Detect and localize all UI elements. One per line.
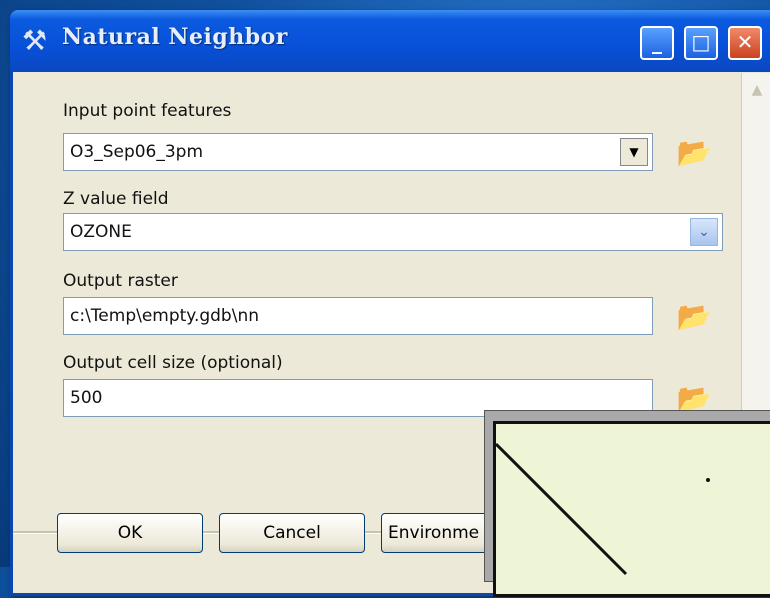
- inset-map: [493, 421, 770, 597]
- z-value-field-select[interactable]: OZONE ⌄: [63, 213, 723, 251]
- output-cell-size-value: 500: [70, 388, 103, 408]
- input-point-features-label: Input point features: [63, 101, 232, 121]
- inset-map-graphic: [494, 442, 710, 576]
- scroll-up-icon[interactable]: ▲: [746, 79, 768, 101]
- output-raster-value: c:\Temp\empty.gdb\nn: [70, 306, 260, 326]
- input-point-features-combobox[interactable]: O3_Sep06_3pm ▼: [63, 133, 653, 171]
- inset-map-frame: [484, 410, 770, 597]
- open-folder-icon[interactable]: 📂: [676, 299, 712, 335]
- z-value-field-value: OZONE: [70, 222, 132, 242]
- output-raster-label: Output raster: [63, 271, 178, 291]
- window-title: Natural Neighbor: [62, 24, 288, 50]
- maximize-button[interactable]: □: [684, 26, 718, 60]
- z-value-field-label: Z value field: [63, 189, 169, 209]
- cancel-button[interactable]: Cancel: [219, 513, 365, 553]
- inset-map-line: [494, 442, 628, 576]
- minimize-button[interactable]: _: [640, 26, 674, 60]
- inset-map-point: [706, 478, 710, 482]
- output-cell-size-label: Output cell size (optional): [63, 353, 283, 373]
- chevron-down-icon[interactable]: ⌄: [690, 218, 718, 246]
- ok-button[interactable]: OK: [57, 513, 203, 553]
- output-raster-input[interactable]: c:\Temp\empty.gdb\nn: [63, 297, 653, 335]
- hammer-icon: ⚒: [22, 24, 48, 57]
- input-point-features-value: O3_Sep06_3pm: [70, 142, 204, 162]
- chevron-down-icon[interactable]: ▼: [620, 138, 648, 166]
- open-folder-icon[interactable]: 📂: [676, 135, 712, 171]
- title-bar[interactable]: ⚒ Natural Neighbor _ □ ✕: [10, 10, 770, 72]
- close-button[interactable]: ✕: [728, 26, 762, 60]
